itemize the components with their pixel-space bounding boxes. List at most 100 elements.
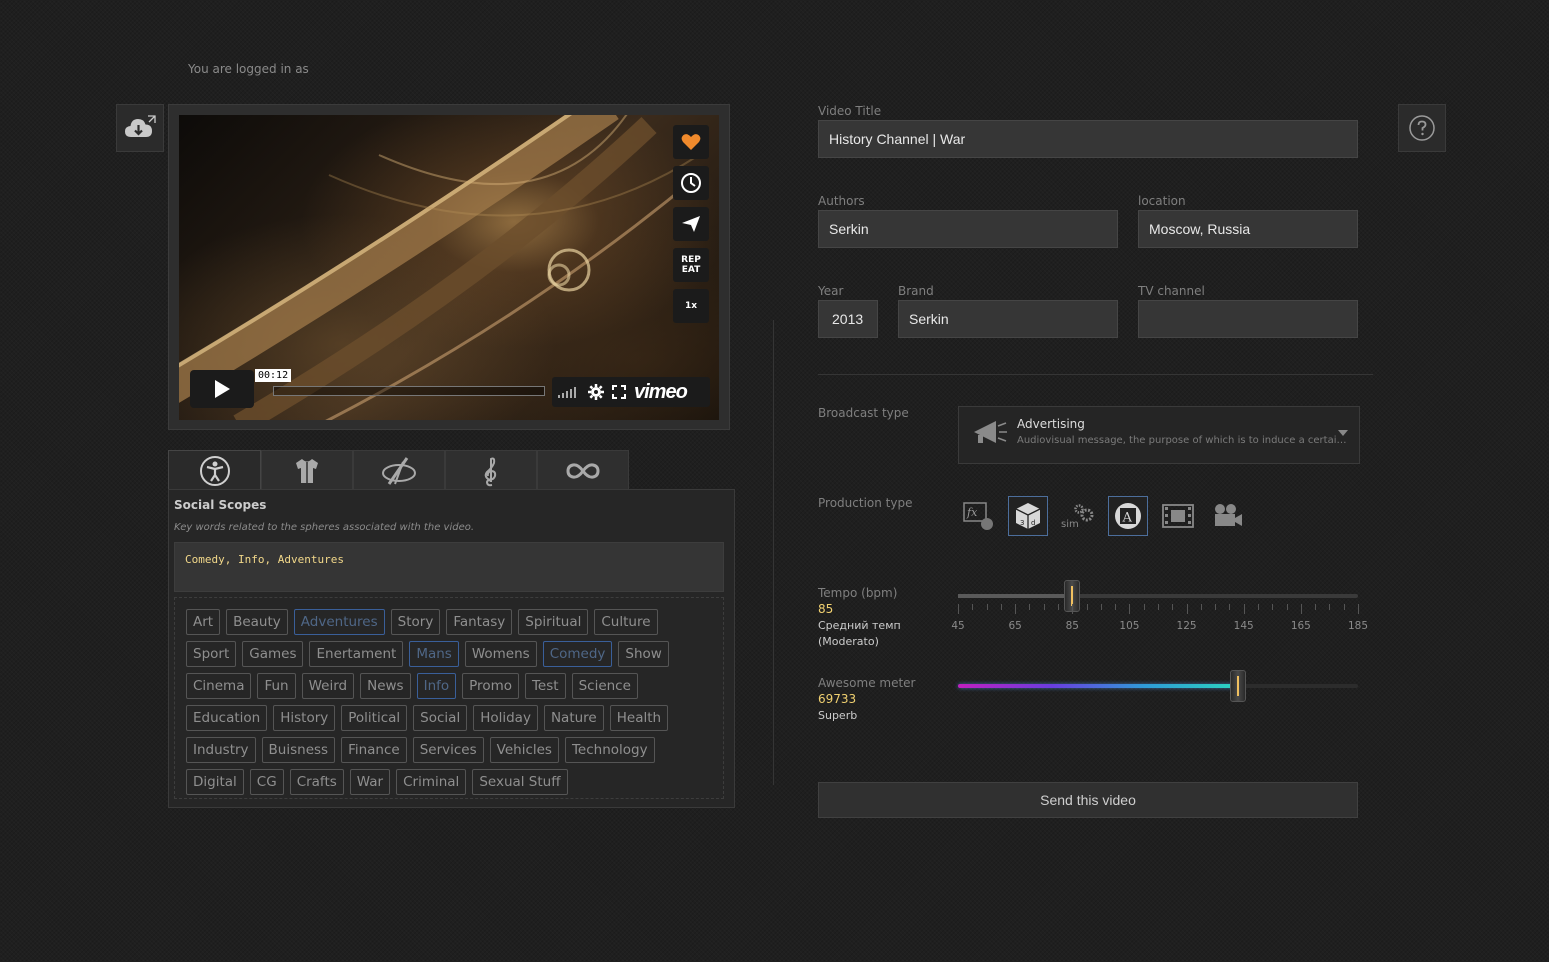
tag-history[interactable]: History <box>273 705 336 731</box>
svg-text:sim: sim <box>1061 519 1079 530</box>
tag-show[interactable]: Show <box>618 641 669 667</box>
tempo-tick-label: 45 <box>951 620 965 632</box>
tag-weird[interactable]: Weird <box>301 673 355 699</box>
tag-womens[interactable]: Womens <box>464 641 537 667</box>
tab-fashion[interactable] <box>261 450 353 490</box>
volume-icon[interactable] <box>558 386 580 398</box>
chevron-down-icon[interactable] <box>1338 430 1348 436</box>
tempo-tick <box>1215 604 1217 610</box>
awesome-meter-description: Superb <box>818 709 858 722</box>
play-icon <box>215 380 230 398</box>
send-video-button[interactable]: Send this video <box>818 782 1358 818</box>
tag-education[interactable]: Education <box>186 705 268 731</box>
keywords-field[interactable]: Comedy, Info, Adventures <box>174 542 724 592</box>
treble-clef-icon <box>484 457 497 486</box>
progress-bar[interactable] <box>273 386 545 396</box>
speed-button[interactable]: 1x <box>673 289 709 323</box>
tag-cinema[interactable]: Cinema <box>186 673 252 699</box>
tag-comedy[interactable]: Comedy <box>542 641 613 667</box>
brand-input[interactable]: Serkin <box>898 300 1118 338</box>
tag-enertament[interactable]: Enertament <box>309 641 404 667</box>
tag-sport[interactable]: Sport <box>186 641 237 667</box>
awesome-handle[interactable] <box>1230 670 1246 702</box>
person-icon <box>199 456 230 486</box>
tag-games[interactable]: Games <box>242 641 304 667</box>
tag-health[interactable]: Health <box>609 705 669 731</box>
tag-cg[interactable]: CG <box>249 769 284 795</box>
tag-vehicles[interactable]: Vehicles <box>489 737 559 763</box>
tab-art[interactable] <box>353 450 445 490</box>
tag-buisness[interactable]: Buisness <box>261 737 336 763</box>
tv-channel-input[interactable] <box>1138 300 1358 338</box>
tempo-tick <box>1272 604 1274 610</box>
tag-finance[interactable]: Finance <box>341 737 407 763</box>
video-title-input[interactable]: History Channel | War <box>818 120 1358 158</box>
production-fx[interactable]: fx <box>958 496 998 536</box>
tag-culture[interactable]: Culture <box>594 609 658 635</box>
tag-adventures[interactable]: Adventures <box>293 609 385 635</box>
authors-input[interactable]: Serkin <box>818 210 1118 248</box>
production-video[interactable] <box>1208 496 1248 536</box>
tempo-slider[interactable] <box>958 580 1358 612</box>
tag-promo[interactable]: Promo <box>462 673 519 699</box>
tempo-tick <box>1143 604 1145 610</box>
cloud-upload-button[interactable] <box>116 104 164 152</box>
repeat-button[interactable]: REP EAT <box>673 248 709 282</box>
tag-art[interactable]: Art <box>186 609 221 635</box>
tag-beauty[interactable]: Beauty <box>226 609 288 635</box>
tag-digital[interactable]: Digital <box>186 769 244 795</box>
production-simulation[interactable]: sim <box>1058 496 1098 536</box>
tag-spiritual[interactable]: Spiritual <box>518 609 589 635</box>
sim-gears-icon: sim <box>1061 504 1094 530</box>
tab-music[interactable] <box>445 450 537 490</box>
awesome-slider[interactable] <box>958 670 1358 702</box>
tag-crafts[interactable]: Crafts <box>289 769 344 795</box>
tag-story[interactable]: Story <box>390 609 441 635</box>
cloud-icon <box>125 115 156 137</box>
tag-info[interactable]: Info <box>416 673 457 699</box>
tag-row: Art Beauty Adventures Story Fantasy Spiritual… <box>186 609 712 635</box>
tempo-tick <box>1300 604 1302 614</box>
brand-label: Brand <box>898 284 934 298</box>
production-type-label: Production type <box>818 496 913 510</box>
production-animation[interactable]: A <box>1108 496 1148 536</box>
tag-holiday[interactable]: Holiday <box>473 705 538 731</box>
tempo-description-sub: (Moderato) <box>818 635 879 648</box>
video-title-label: Video Title <box>818 104 882 118</box>
tag-fantasy[interactable]: Fantasy <box>446 609 513 635</box>
tab-infinity[interactable] <box>537 450 629 490</box>
play-button[interactable] <box>190 370 254 408</box>
fullscreen-icon[interactable] <box>612 385 626 399</box>
tag-nature[interactable]: Nature <box>543 705 604 731</box>
watch-later-button[interactable] <box>673 166 709 200</box>
tag-science[interactable]: Science <box>571 673 638 699</box>
tag-industry[interactable]: Industry <box>186 737 256 763</box>
tag-social[interactable]: Social <box>413 705 468 731</box>
tag-sexual-stuff[interactable]: Sexual Stuff <box>472 769 568 795</box>
year-input[interactable]: 2013 <box>818 300 878 338</box>
location-input[interactable]: Moscow, Russia <box>1138 210 1358 248</box>
production-film[interactable] <box>1158 496 1198 536</box>
tag-news[interactable]: News <box>360 673 411 699</box>
tag-technology[interactable]: Technology <box>564 737 655 763</box>
gear-icon[interactable] <box>588 384 604 400</box>
clock-icon <box>681 173 701 193</box>
tempo-tick <box>972 604 974 610</box>
tag-services[interactable]: Services <box>412 737 484 763</box>
help-button[interactable] <box>1398 104 1446 152</box>
share-button[interactable] <box>673 207 709 241</box>
tag-criminal[interactable]: Criminal <box>396 769 467 795</box>
tab-social-scopes[interactable] <box>168 450 261 491</box>
tag-row: Cinema Fun Weird News Info Promo Test Science <box>186 673 712 699</box>
tag-test[interactable]: Test <box>524 673 566 699</box>
broadcast-type-label: Broadcast type <box>818 406 909 420</box>
tag-political[interactable]: Political <box>341 705 408 731</box>
vimeo-logo[interactable]: vimeo <box>634 381 688 404</box>
tag-fun[interactable]: Fun <box>257 673 296 699</box>
film-strip-icon <box>1162 504 1194 528</box>
tag-mans[interactable]: Mans <box>409 641 459 667</box>
like-button[interactable] <box>673 125 709 159</box>
tag-war[interactable]: War <box>349 769 391 795</box>
speed-label: 1x <box>684 301 698 311</box>
production-3d[interactable]: 3d <box>1008 496 1048 536</box>
